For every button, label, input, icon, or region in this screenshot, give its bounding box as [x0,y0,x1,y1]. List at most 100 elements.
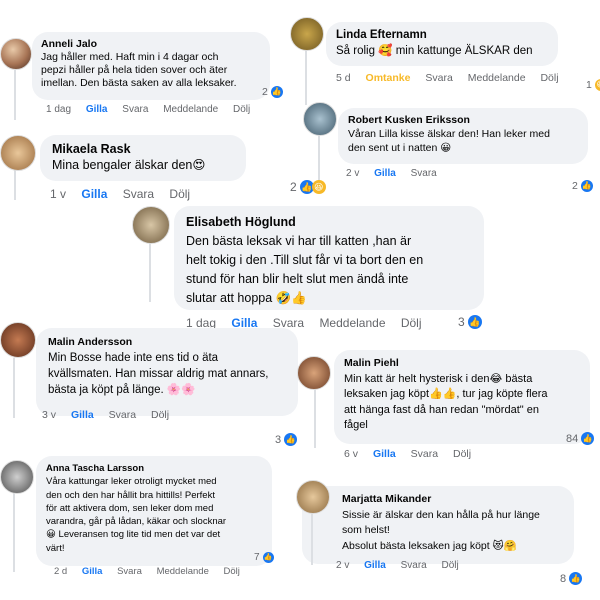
comment-bubble: Malin Piehl Min katt är helt hysterisk i… [334,350,590,444]
like-button[interactable]: Gilla [71,409,94,421]
reaction-number: 8 [560,572,567,585]
timestamp[interactable]: 2 d [54,566,67,577]
author-name[interactable]: Anna Tascha Larsson [46,462,262,475]
author-name[interactable]: Malin Andersson [48,334,286,350]
comment-actions: 1 dag Gilla Svara Meddelande Dölj [46,104,262,115]
comment-bubble: Marjatta Mikander Sissie är älskar den k… [302,486,574,564]
hide-button[interactable]: Dölj [453,448,471,460]
author-name[interactable]: Mikaela Rask [52,141,234,157]
like-button[interactable]: Gilla [81,187,107,201]
avatar[interactable] [303,102,337,136]
like-reaction-icon: 👍 [569,572,583,585]
like-button[interactable]: Gilla [86,104,108,115]
thread-line [311,510,313,565]
thread-line [13,358,15,418]
reply-button[interactable]: Svara [401,560,427,571]
reaction-count[interactable]: 3 👍 [458,315,482,329]
reaction-number: 1 [586,79,592,91]
comment-text: Den bästa leksak vi har till katten ,han… [186,234,424,305]
haha-reaction-icon: 😆 [594,79,600,91]
avatar[interactable] [290,17,324,51]
comment-actions: 2 d Gilla Svara Meddelande Dölj [54,566,252,577]
timestamp[interactable]: 1 v [50,187,66,201]
reaction-count[interactable]: 2 👍 [262,86,283,98]
reply-button[interactable]: Svara [123,187,154,201]
comment-actions: 6 v Gilla Svara Dölj [344,448,483,460]
like-button[interactable]: Gilla [82,566,103,577]
comment-actions: 2 v Gilla Svara Dölj [336,560,471,571]
hide-button[interactable]: Dölj [401,316,422,330]
message-button[interactable]: Meddelande [163,104,218,115]
hide-button[interactable]: Dölj [233,104,250,115]
like-reaction-icon: 👍 [581,432,595,445]
timestamp[interactable]: 2 v [346,168,359,179]
hide-button[interactable]: Dölj [540,72,558,84]
thread-line [14,70,16,120]
avatar[interactable] [0,38,32,70]
reaction-number: 2 [572,180,578,192]
timestamp[interactable]: 6 v [344,448,358,460]
reaction-count[interactable]: 2 👍 [572,180,593,192]
reaction-count[interactable]: 2 👍 😆 [290,180,326,194]
timestamp[interactable]: 1 dag [46,104,71,115]
comment-bubble: Linda Efternamn Så rolig 🥰 min kattunge … [326,22,558,66]
author-name[interactable]: Anneli Jalo [41,38,261,51]
reply-button[interactable]: Svara [109,409,136,421]
thread-line [314,388,316,448]
comment-actions: 2 v Gilla Svara [346,168,449,179]
reaction-count[interactable]: 1 😆 [586,79,600,91]
timestamp[interactable]: 5 d [336,72,351,84]
avatar[interactable] [0,460,34,494]
avatar[interactable] [296,480,330,514]
avatar[interactable] [0,322,36,358]
comment-bubble: Anna Tascha Larsson Våra kattungar leker… [36,456,272,566]
reply-button[interactable]: Svara [122,104,148,115]
care-button[interactable]: Omtanke [366,72,411,84]
message-button[interactable]: Meddelande [319,316,385,330]
author-name[interactable]: Robert Kusken Eriksson [348,113,578,127]
reaction-count[interactable]: 8 👍 [560,572,583,585]
reaction-number: 2 [290,180,297,194]
reply-button[interactable]: Svara [425,72,452,84]
haha-reaction-icon: 😆 [311,180,326,194]
author-name[interactable]: Marjatta Mikander [342,492,562,508]
like-reaction-icon: 👍 [284,433,298,446]
like-button[interactable]: Gilla [374,168,396,179]
author-name[interactable]: Elisabeth Höglund [186,213,472,232]
timestamp[interactable]: 3 v [42,409,56,421]
comment-text: Så rolig 🥰 min kattunge ÄLSKAR den [336,45,533,57]
like-button[interactable]: Gilla [364,560,386,571]
comment-actions: 1 v Gilla Svara Dölj [50,187,202,201]
reaction-count[interactable]: 3 👍 [275,433,298,446]
reply-button[interactable]: Svara [411,448,438,460]
reaction-number: 3 [458,315,465,329]
message-button[interactable]: Meddelande [468,72,526,84]
hide-button[interactable]: Dölj [151,409,169,421]
hide-button[interactable]: Dölj [224,566,240,577]
comment-actions: 5 d Omtanke Svara Meddelande Dölj [336,72,571,84]
reaction-number: 84 [566,432,579,445]
like-button[interactable]: Gilla [373,448,396,460]
thread-line [305,50,307,105]
author-name[interactable]: Malin Piehl [344,356,580,372]
thread-line [13,492,15,572]
author-name[interactable]: Linda Efternamn [336,27,548,43]
reaction-count[interactable]: 84 👍 [566,432,595,445]
like-reaction-icon: 👍 [580,180,593,192]
like-reaction-icon: 👍 [467,315,482,329]
comment-actions: 3 v Gilla Svara Dölj [42,409,181,421]
reaction-count[interactable]: 7 👍 [254,552,274,563]
reply-button[interactable]: Svara [117,566,142,577]
hide-button[interactable]: Dölj [442,560,459,571]
reply-button[interactable]: Svara [411,168,437,179]
like-reaction-icon: 👍 [270,86,283,98]
avatar[interactable] [297,356,331,390]
avatar[interactable] [0,135,36,171]
thread-line [14,168,16,200]
reaction-number: 7 [254,552,260,563]
message-button[interactable]: Meddelande [157,566,209,577]
avatar[interactable] [132,206,170,244]
reaction-number: 3 [275,433,282,446]
timestamp[interactable]: 2 v [336,560,349,571]
hide-button[interactable]: Dölj [169,187,190,201]
